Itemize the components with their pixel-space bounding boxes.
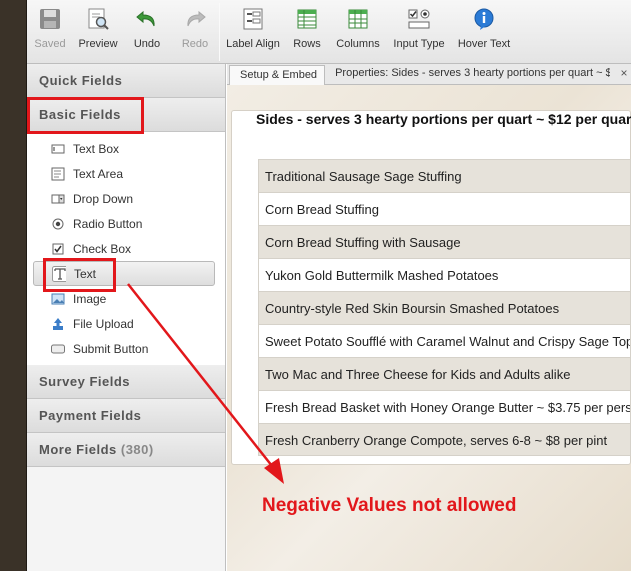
field-label: Check Box — [73, 241, 132, 256]
text-area-icon — [51, 167, 65, 181]
saved-button[interactable]: Saved — [27, 0, 73, 64]
preview-button[interactable]: Preview — [73, 0, 123, 64]
text-field-highlight — [43, 258, 116, 292]
hover-text-button[interactable]: Hover Text — [450, 0, 518, 64]
category-more-fields[interactable]: More Fields (380) — [27, 433, 225, 467]
field-label: Radio Button — [73, 216, 143, 231]
category-payment-label: Payment Fields — [39, 408, 142, 423]
undo-button[interactable]: Undo — [123, 0, 171, 64]
category-quick-label: Quick Fields — [39, 73, 123, 88]
choice-row[interactable]: Country-style Red Skin Boursin Smashed P… — [258, 291, 631, 324]
input-type-button[interactable]: Input Type — [388, 0, 450, 64]
saved-label: Saved — [34, 38, 66, 50]
field-text-area[interactable]: Text Area — [27, 161, 225, 186]
field-text-box[interactable]: Text Box — [27, 136, 225, 161]
field-submit-button[interactable]: Submit Button — [27, 336, 225, 361]
category-survey-label: Survey Fields — [39, 374, 131, 389]
label-align-label: Label Align — [226, 38, 280, 50]
choice-row[interactable]: Fresh Bread Basket with Honey Orange But… — [258, 390, 631, 423]
submit-button-icon — [51, 342, 65, 356]
app-window: Saved Preview Undo Redo Label Align Rows… — [0, 0, 631, 571]
field-label: Drop Down — [73, 191, 134, 206]
rows-label: Rows — [293, 38, 321, 50]
check-box-icon — [51, 242, 65, 256]
category-quick-fields[interactable]: Quick Fields — [27, 64, 225, 98]
choice-row[interactable]: Yukon Gold Buttermilk Mashed Potatoes — [258, 258, 631, 291]
columns-grid-icon — [345, 6, 371, 32]
columns-button[interactable]: Columns — [328, 0, 388, 64]
tab-setup-label: Setup & Embed — [240, 69, 318, 81]
radio-button-icon — [51, 217, 65, 231]
file-upload-icon — [51, 317, 65, 331]
question-title: Sides - serves 3 hearty portions per qua… — [256, 111, 631, 127]
undo-label: Undo — [133, 38, 161, 50]
toolbar: Saved Preview Undo Redo Label Align Rows… — [27, 0, 631, 64]
field-radio-button[interactable]: Radio Button — [27, 211, 225, 236]
field-label: Image — [73, 291, 107, 306]
choice-row[interactable]: Two Mac and Three Cheese for Kids and Ad… — [258, 357, 631, 390]
basic-fields-highlight — [27, 97, 144, 134]
choice-row[interactable]: Fresh Cranberry Orange Compote, serves 6… — [258, 423, 631, 456]
field-label: Submit Button — [73, 341, 149, 356]
editor-tabs: Setup & Embed Properties: Sides - serves… — [227, 64, 631, 85]
rows-button[interactable]: Rows — [286, 0, 328, 64]
choice-row[interactable]: Sweet Potato Soufflé with Caramel Walnut… — [258, 324, 631, 357]
label-align-icon — [240, 6, 266, 32]
field-drop-down[interactable]: Drop Down — [27, 186, 225, 211]
category-payment-fields[interactable]: Payment Fields — [27, 399, 225, 433]
preview-magnifier-icon — [85, 6, 111, 32]
left-edge-bar — [0, 0, 27, 571]
field-label: Text Area — [73, 166, 124, 181]
close-icon: × — [620, 66, 628, 80]
field-sidebar: Quick Fields Basic Fields Text Box Text … — [27, 64, 226, 571]
field-file-upload[interactable]: File Upload — [27, 311, 225, 336]
redo-arrow-icon — [182, 6, 208, 32]
tab-close-button[interactable]: × — [610, 64, 631, 85]
image-icon — [51, 292, 65, 306]
floppy-disk-icon — [37, 6, 63, 32]
info-icon — [471, 6, 497, 32]
undo-arrow-icon — [134, 6, 160, 32]
hover-text-label: Hover Text — [457, 38, 511, 50]
input-type-label: Input Type — [393, 38, 445, 50]
more-fields-count: (380) — [120, 442, 154, 457]
redo-button[interactable]: Redo — [171, 0, 219, 64]
basic-field-list: Text Box Text Area Drop Down Radio Butto… — [27, 132, 225, 365]
drop-down-icon — [51, 192, 65, 206]
choice-row[interactable]: Corn Bread Stuffing — [258, 192, 631, 225]
category-more-label: More Fields — [39, 442, 117, 457]
label-align-button[interactable]: Label Align — [220, 0, 286, 64]
choice-row[interactable]: Corn Bread Stuffing with Sausage — [258, 225, 631, 258]
tab-setup-embed[interactable]: Setup & Embed — [229, 65, 326, 85]
field-label: Text Box — [73, 141, 120, 156]
redo-label: Redo — [181, 38, 209, 50]
input-type-icon — [406, 6, 432, 32]
annotation-text: Negative Values not allowed — [262, 495, 517, 516]
rows-grid-icon — [294, 6, 320, 32]
choice-row[interactable]: Traditional Sausage Sage Stuffing — [258, 159, 631, 192]
preview-label: Preview — [78, 38, 118, 50]
text-box-icon — [51, 142, 65, 156]
category-survey-fields[interactable]: Survey Fields — [27, 365, 225, 399]
tab-properties-label: Properties: Sides - serves 3 hearty port… — [335, 67, 611, 79]
question-choices-table: Traditional Sausage Sage Stuffing Corn B… — [258, 159, 631, 456]
tab-properties[interactable]: Properties: Sides - serves 3 hearty port… — [325, 64, 610, 85]
columns-label: Columns — [336, 38, 380, 50]
field-label: File Upload — [73, 316, 134, 331]
